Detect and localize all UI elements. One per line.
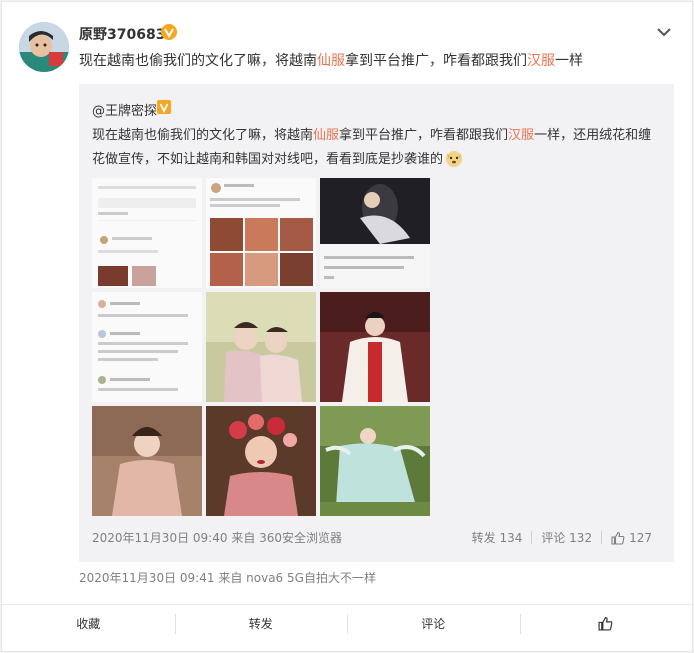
divider — [601, 531, 603, 544]
post-meta: 2020年11月30日 09:41 来自 nova6 5G自拍大不一样 — [79, 571, 376, 585]
verified-badge-icon — [161, 24, 177, 40]
image-thumbnail[interactable] — [320, 292, 430, 402]
divider — [531, 531, 533, 544]
image-thumbnail[interactable] — [206, 178, 316, 288]
repost-meta: 2020年11月30日 09:40 来自 360安全浏览器 — [92, 531, 343, 545]
repost-like-count: 127 — [629, 530, 652, 545]
chevron-down-icon[interactable] — [656, 26, 672, 38]
reposted-content: @王牌密探 现在越南也偷我们的文化了嘛，将越南仙服拿到平台推广，咋看都跟我们汉服… — [79, 84, 674, 562]
forward-button[interactable]: 转发 — [174, 605, 348, 642]
repost-like-button[interactable]: 127 — [611, 531, 652, 545]
favorite-button[interactable]: 收藏 — [2, 605, 175, 642]
thumbs-up-icon — [598, 617, 613, 631]
post-source-link[interactable]: nova6 5G自拍大不一样 — [246, 571, 376, 585]
thumbs-up-icon — [611, 531, 625, 545]
image-thumbnail[interactable] — [206, 292, 316, 402]
like-button[interactable] — [519, 605, 693, 642]
repost-forward-count[interactable]: 转发 134 — [472, 529, 523, 546]
image-thumbnail[interactable] — [92, 292, 202, 402]
keyword-link[interactable]: 汉服 — [527, 53, 555, 69]
weibo-post-card: 原野370683 现在越南也偷我们的文化了嘛，将越南仙服拿到平台推广，咋看都跟我… — [1, 1, 693, 652]
doge-emoji-icon — [446, 151, 463, 167]
image-thumbnail[interactable] — [92, 406, 202, 516]
post-username[interactable]: 原野370683 — [79, 24, 165, 44]
post-text: 现在越南也偷我们的文化了嘛，将越南仙服拿到平台推广，咋看都跟我们汉服一样 — [79, 53, 583, 69]
action-bar: 收藏 转发 评论 — [2, 604, 692, 642]
keyword-link[interactable]: 仙服 — [313, 128, 339, 143]
image-thumbnail[interactable] — [92, 178, 202, 288]
avatar[interactable] — [19, 22, 69, 72]
image-thumbnail[interactable] — [320, 178, 430, 288]
repost-comment-count[interactable]: 评论 132 — [541, 529, 592, 546]
keyword-link[interactable]: 汉服 — [508, 128, 534, 143]
comment-button[interactable]: 评论 — [347, 605, 520, 642]
repost-stats: 转发 134 评论 132 127 — [472, 529, 652, 546]
image-thumbnail[interactable] — [320, 406, 430, 516]
verified-badge-icon — [157, 100, 171, 114]
repost-text: 现在越南也偷我们的文化了嘛，将越南仙服拿到平台推广，咋看都跟我们汉服一样，还用绒… — [92, 128, 652, 167]
keyword-link[interactable]: 仙服 — [317, 53, 345, 69]
repost-username[interactable]: @王牌密探 — [92, 100, 157, 119]
image-thumbnail[interactable] — [206, 406, 316, 516]
repost-source-link[interactable]: 360安全浏览器 — [259, 531, 342, 545]
